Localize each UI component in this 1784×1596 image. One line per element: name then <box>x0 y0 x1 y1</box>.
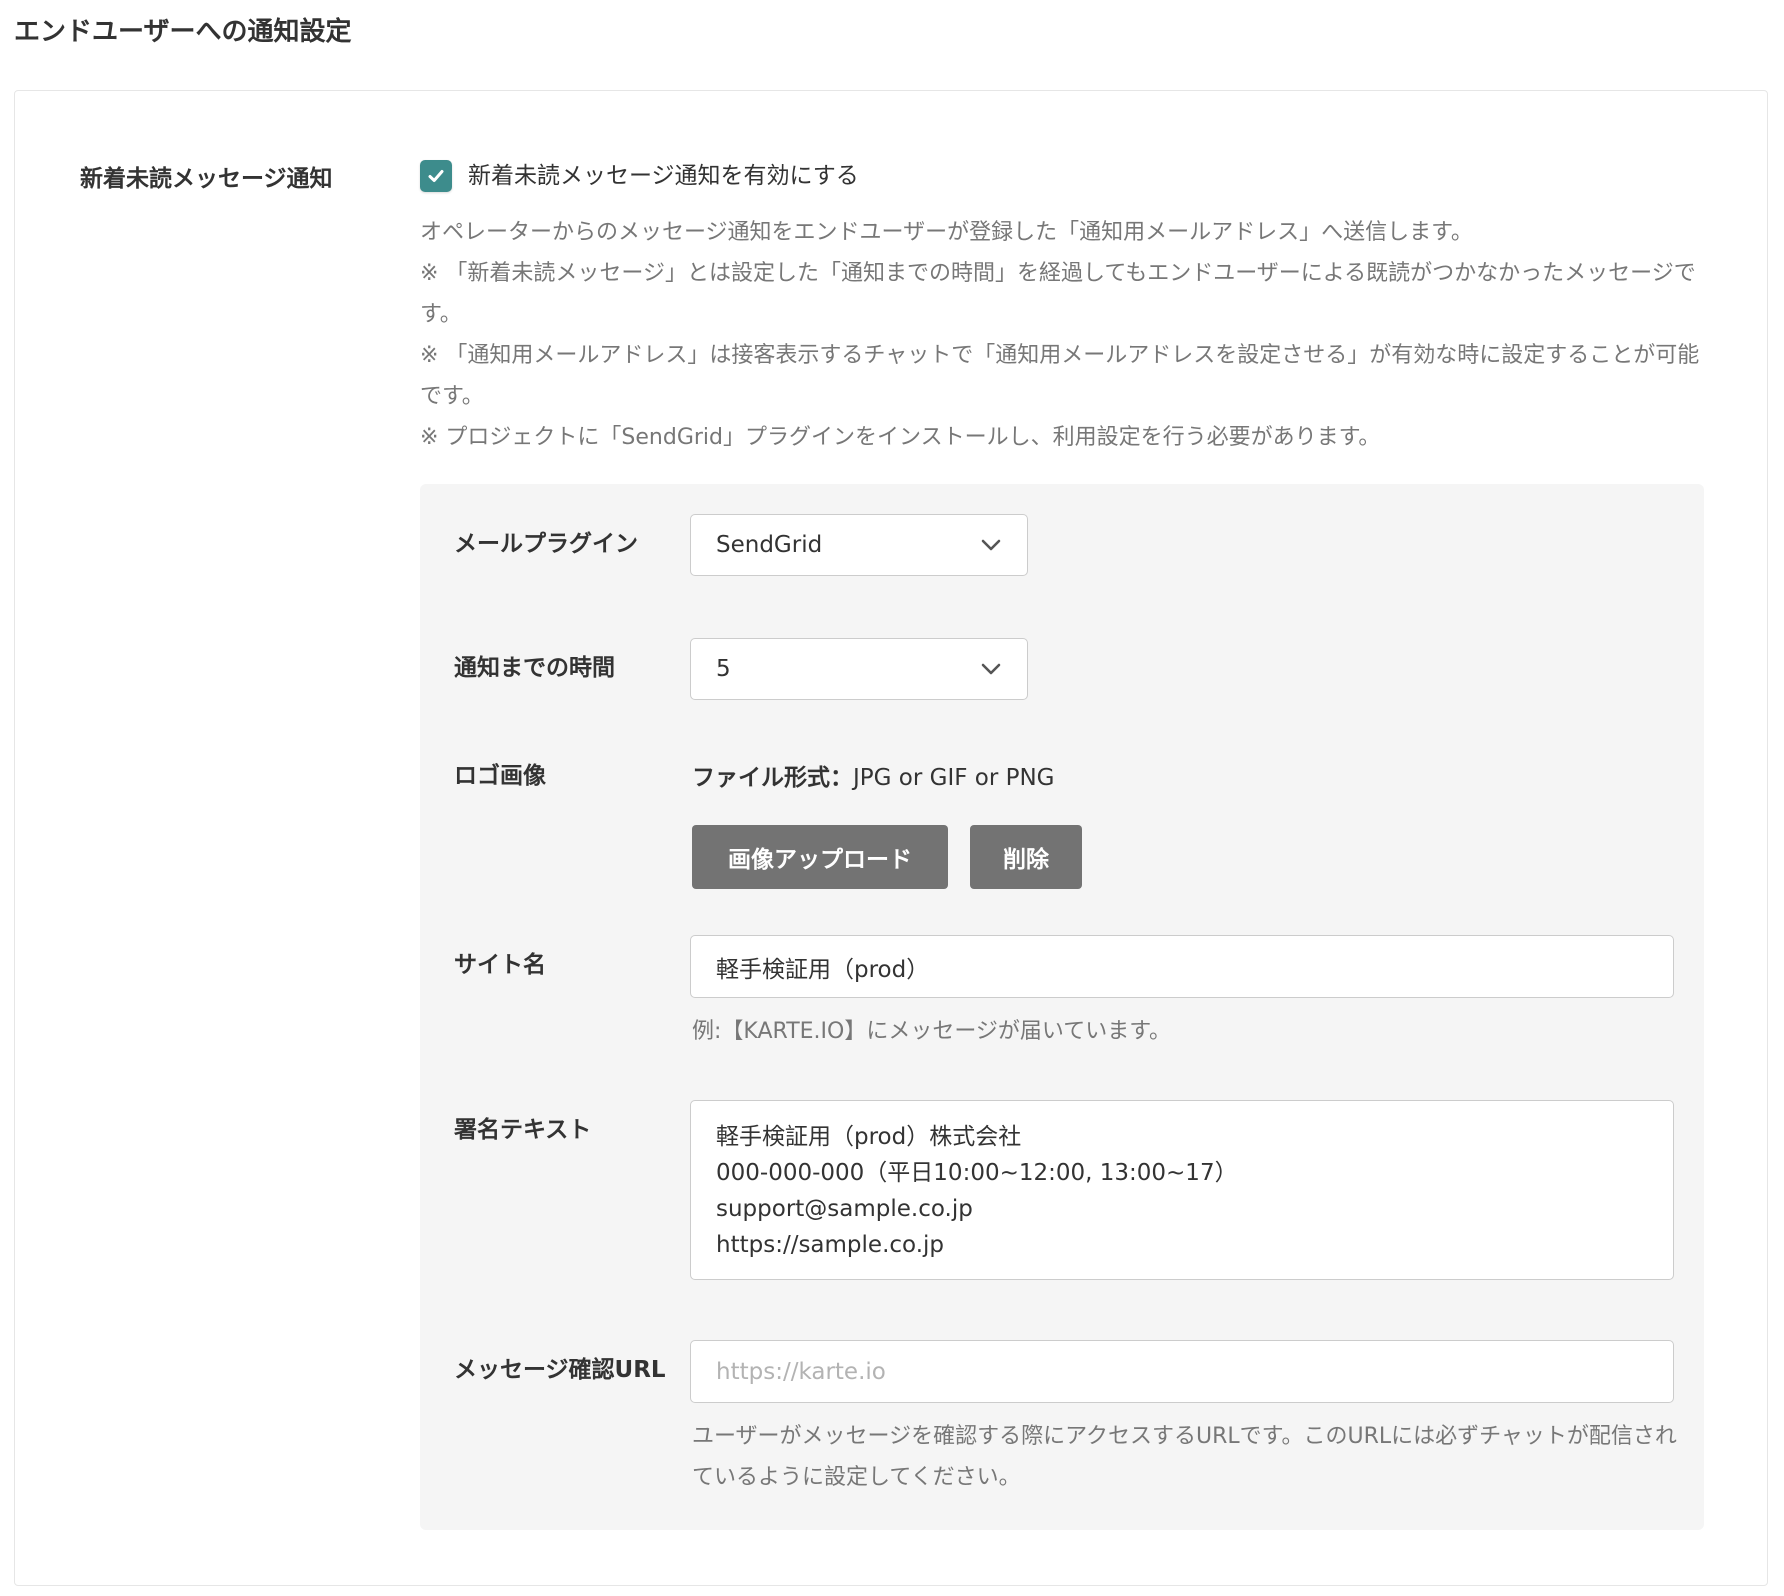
chevron-down-icon <box>981 539 1001 551</box>
signature-label: 署名テキスト <box>454 1117 592 1143</box>
signature-line: 000-000-000（平日10:00~12:00, 13:00~17） <box>716 1160 1238 1186</box>
description-line: ※ プロジェクトに「SendGrid」プラグインをインストールし、利用設定を行う… <box>420 425 1381 450</box>
enable-notification-checkbox[interactable] <box>420 160 452 192</box>
site-name-hint: 例:【KARTE.IO】にメッセージが届いています。 <box>692 1019 1172 1044</box>
check-icon <box>428 170 444 182</box>
file-format-text: ファイル形式：JPG or GIF or PNG <box>692 763 1055 793</box>
signature-line: support@sample.co.jp <box>716 1196 973 1222</box>
description-line: ※ 「通知用メールアドレス」は接客表示するチャットで「通知用メールアドレスを設定… <box>420 343 1700 409</box>
file-format-key: ファイル形式： <box>692 765 853 791</box>
message-url-label: メッセージ確認URL <box>454 1357 666 1383</box>
mail-plugin-select[interactable]: SendGrid <box>690 514 1028 576</box>
file-format-value: JPG or GIF or PNG <box>853 765 1055 791</box>
signature-line: https://sample.co.jp <box>716 1232 944 1258</box>
page-title: エンドユーザーへの通知設定 <box>14 17 352 47</box>
logo-label: ロゴ画像 <box>454 763 546 789</box>
signature-textarea[interactable]: 軽手検証用（prod）株式会社 000-000-000（平日10:00~12:0… <box>690 1100 1674 1280</box>
site-name-value: 軽手検証用（prod） <box>716 956 930 983</box>
delete-image-button[interactable]: 削除 <box>970 825 1082 889</box>
enable-notification-row[interactable]: 新着未読メッセージ通知を有効にする <box>420 160 859 192</box>
mail-plugin-label: メールプラグイン <box>454 531 638 557</box>
message-url-input[interactable]: https://karte.io <box>690 1340 1674 1403</box>
notify-time-label: 通知までの時間 <box>454 655 615 681</box>
notify-time-value: 5 <box>716 656 731 682</box>
section-label: 新着未読メッセージ通知 <box>80 166 333 192</box>
notify-time-select[interactable]: 5 <box>690 638 1028 700</box>
description-line: ※ 「新着未読メッセージ」とは設定した「通知までの時間」を経過してもエンドユーザ… <box>420 261 1696 327</box>
upload-image-button[interactable]: 画像アップロード <box>692 825 948 889</box>
message-url-hint: ユーザーがメッセージを確認する際にアクセスするURLです。このURLには必ずチャ… <box>692 1424 1677 1490</box>
site-name-label: サイト名 <box>454 952 546 978</box>
notification-description: オペレーターからのメッセージ通知をエンドユーザーが登録した「通知用メールアドレス… <box>420 212 1720 458</box>
signature-line: 軽手検証用（prod）株式会社 <box>716 1124 1022 1150</box>
description-line: オペレーターからのメッセージ通知をエンドユーザーが登録した「通知用メールアドレス… <box>420 220 1473 245</box>
site-name-input[interactable]: 軽手検証用（prod） <box>690 935 1674 998</box>
enable-notification-label[interactable]: 新着未読メッセージ通知を有効にする <box>468 161 859 191</box>
message-url-placeholder: https://karte.io <box>716 1358 886 1385</box>
chevron-down-icon <box>981 663 1001 675</box>
mail-plugin-value: SendGrid <box>716 532 823 558</box>
